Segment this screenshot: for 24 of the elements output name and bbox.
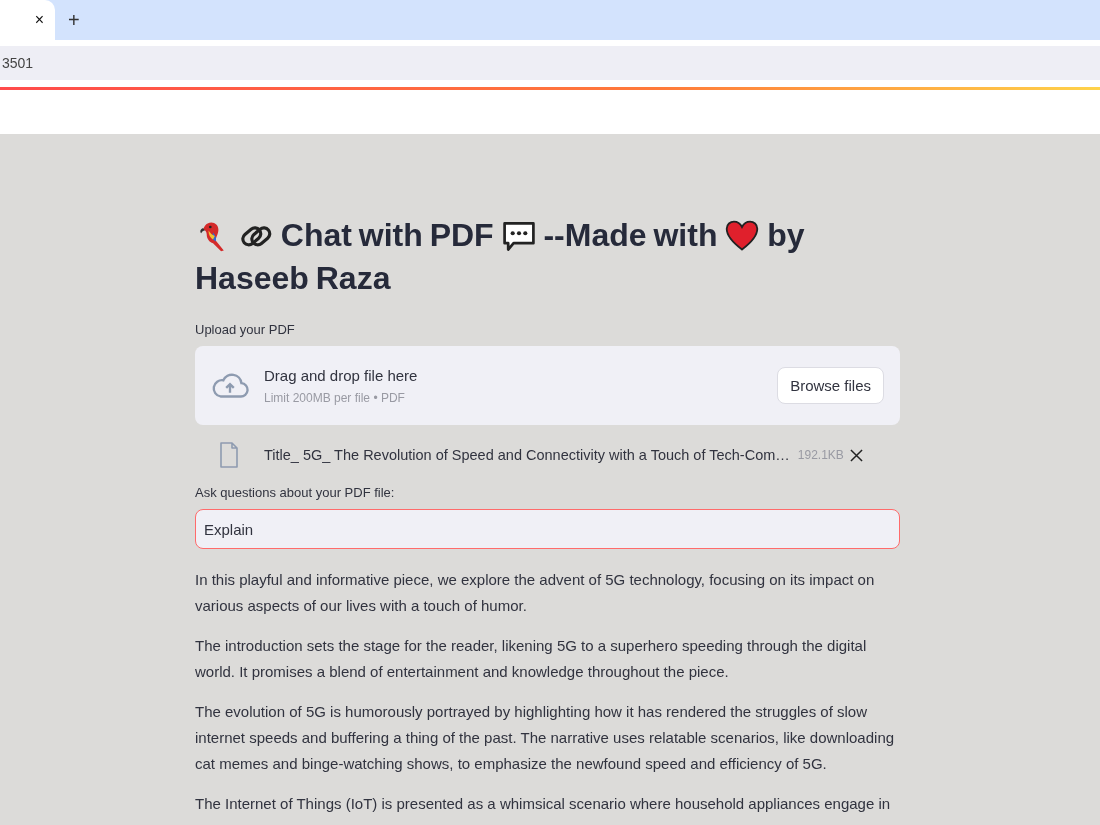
question-label: Ask questions about your PDF file: [195, 485, 396, 500]
answer-paragraph: In this playful and informative piece, we explore the advent of 5G technology, focusing on its impact on various aspects of our lives with a touch of humor. [195, 570, 876, 616]
cloud-upload-icon [211, 371, 249, 400]
title-text: by [767, 217, 805, 253]
file-dropzone[interactable]: Drag and drop file here Limit 200MB per file • PDF Browse files [195, 346, 900, 425]
file-name: Title_ 5G_ The Revolution of Speed and Connectivity with a Touch of Tech-Com… [264, 447, 790, 463]
address-bar[interactable]: 3501 [0, 46, 1100, 80]
title-text: --Made with [543, 217, 718, 253]
browser-tab[interactable]: × [0, 0, 55, 40]
file-icon [219, 442, 239, 468]
title-text: Haseeb Raza [195, 260, 391, 296]
new-tab-button[interactable]: + [68, 8, 80, 32]
answer-paragraph: The introduction sets the stage for the reader, likening 5G to a superhero speeding through the digital world. It promises a blend of entertainment and knowledge throughout the piece. [195, 636, 868, 682]
title-text: Chat with PDF [280, 217, 494, 253]
upload-limit-text: Limit 200MB per file • PDF [264, 390, 406, 405]
question-input[interactable]: Explain [195, 509, 900, 549]
dropzone-instruction: Drag and drop file here [264, 366, 419, 384]
answer-paragraph: The evolution of 5G is humorously portrayed by highlighting how it has rendered the struggles of slow internet speeds and buffering a thing of the past. The narrative uses relatable scenarios, like downloading cat memes and binge-watching shows, to emphasize the newfound speed and efficiency of 5G. [195, 702, 896, 774]
answer-paragraph: The Internet of Things (IoT) is presented as a whimsical scenario where household appliances engage in [195, 794, 892, 814]
remove-file-icon[interactable] [849, 448, 863, 462]
upload-label: Upload your PDF [195, 322, 296, 337]
browse-files-button[interactable]: Browse files [777, 367, 884, 404]
file-size: 192.1KB [797, 448, 844, 462]
tab-close-button[interactable]: × [34, 11, 44, 29]
